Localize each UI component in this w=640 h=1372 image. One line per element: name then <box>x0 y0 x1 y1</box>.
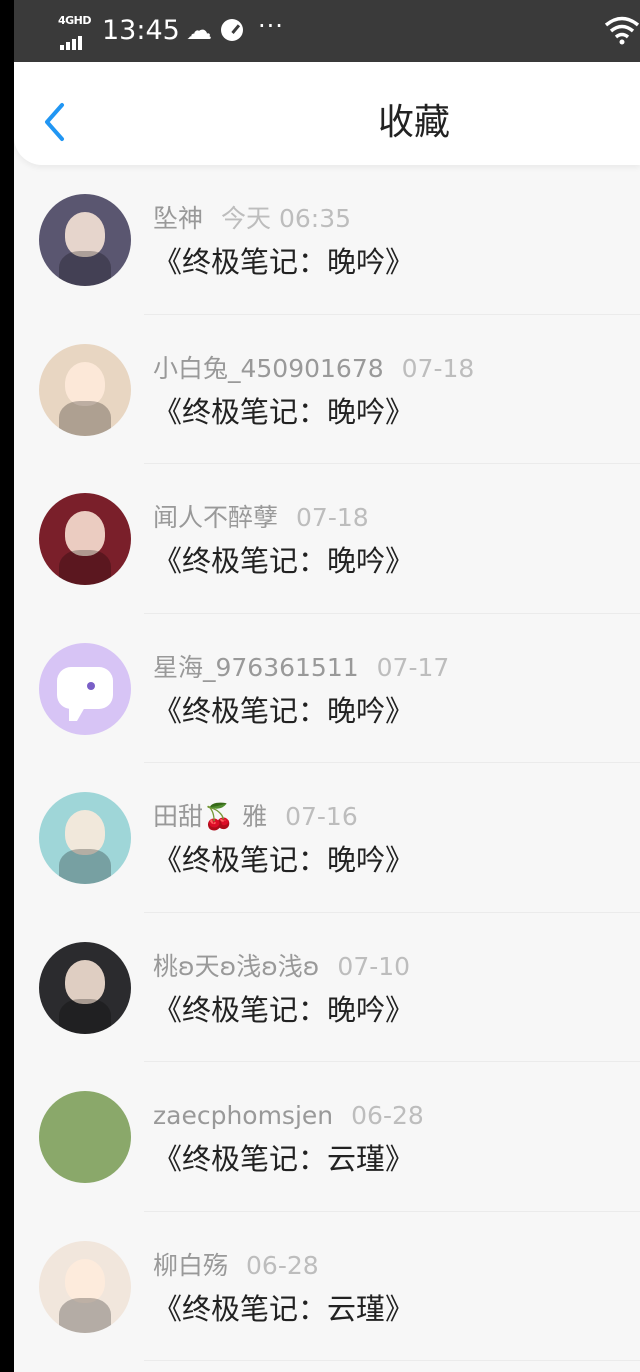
avatar <box>39 941 131 1034</box>
app-screen: 4GHD 13:45 ☁ ··· 收藏 坠神 今天 06:35 《终极笔记：晚吟》 <box>14 0 640 1372</box>
avatar <box>39 792 131 884</box>
list-item[interactable]: 坠神 今天 06:35 《终极笔记：晚吟》 <box>14 165 640 315</box>
user-name: 星海_976361511 <box>153 652 359 682</box>
status-time: 13:45 <box>102 15 180 46</box>
user-name: 田甜🍒 雅 <box>153 802 268 831</box>
item-date: 07-18 <box>296 503 369 532</box>
list-item[interactable]: zaecphomsjen 06-28 《终极笔记：云瑾》 <box>14 1062 640 1212</box>
item-date: 06-28 <box>351 1101 424 1130</box>
wifi-icon <box>604 16 640 45</box>
user-name: 坠神 <box>153 204 204 233</box>
user-name: zaecphomsjen <box>153 1101 334 1130</box>
item-title: 《终极笔记：晚吟》 <box>153 843 415 877</box>
item-date: 07-18 <box>401 353 475 383</box>
user-name: 桃ʚ天ʚ浅ʚ浅ʚ <box>153 951 320 981</box>
list-item[interactable]: 柳白殇 06-28 《终极笔记：云瑾》 <box>14 1212 640 1361</box>
item-title: 《终极笔记：晚吟》 <box>153 992 415 1027</box>
avatar <box>39 343 131 436</box>
list-item[interactable]: 闻人不醉孽 07-18 《终极笔记：晚吟》 <box>14 464 640 614</box>
status-bar: 4GHD 13:45 ☁ ··· <box>14 0 640 62</box>
divider <box>144 1360 640 1361</box>
page-title: 收藏 <box>377 102 450 143</box>
nav-header: 收藏 <box>14 62 640 165</box>
user-name: 闻人不醉孽 <box>153 503 279 532</box>
avatar <box>39 1091 131 1183</box>
avatar <box>39 642 131 735</box>
user-name: 柳白殇 <box>153 1250 229 1280</box>
avatar <box>39 1240 131 1333</box>
item-title: 《终极笔记：云瑾》 <box>153 1291 415 1326</box>
item-title: 《终极笔记：云瑾》 <box>153 1142 415 1176</box>
network-label: 4GHD <box>58 14 92 27</box>
item-title: 《终极笔记：晚吟》 <box>153 245 415 279</box>
gauge-icon <box>221 19 243 41</box>
avatar <box>39 194 131 286</box>
list-item[interactable]: 星海_976361511 07-17 《终极笔记：晚吟》 <box>14 614 640 763</box>
list-item[interactable]: 田甜🍒 雅 07-16 《终极笔记：晚吟》 <box>14 763 640 913</box>
item-title: 《终极笔记：晚吟》 <box>153 394 415 429</box>
user-name: 小白兔_450901678 <box>153 353 384 383</box>
item-title: 《终极笔记：晚吟》 <box>153 693 415 728</box>
list-item[interactable]: 桃ʚ天ʚ浅ʚ浅ʚ 07-10 《终极笔记：晚吟》 <box>14 913 640 1062</box>
item-date: 07-10 <box>337 951 411 981</box>
chat-bubble-icon <box>57 666 113 721</box>
item-date: 07-16 <box>285 802 358 831</box>
signal-icon: 4GHD <box>58 14 92 50</box>
cloud-icon: ☁ <box>186 16 212 46</box>
favorites-list: 坠神 今天 06:35 《终极笔记：晚吟》 小白兔_450901678 07-18 … <box>14 165 640 1361</box>
avatar <box>39 493 131 585</box>
more-icon: ··· <box>258 12 284 40</box>
item-title: 《终极笔记：晚吟》 <box>153 544 415 578</box>
list-item[interactable]: 小白兔_450901678 07-18 《终极笔记：晚吟》 <box>14 315 640 464</box>
item-date: 06-28 <box>246 1250 319 1280</box>
item-date: 今天 06:35 <box>221 204 352 233</box>
item-date: 07-17 <box>376 652 450 682</box>
